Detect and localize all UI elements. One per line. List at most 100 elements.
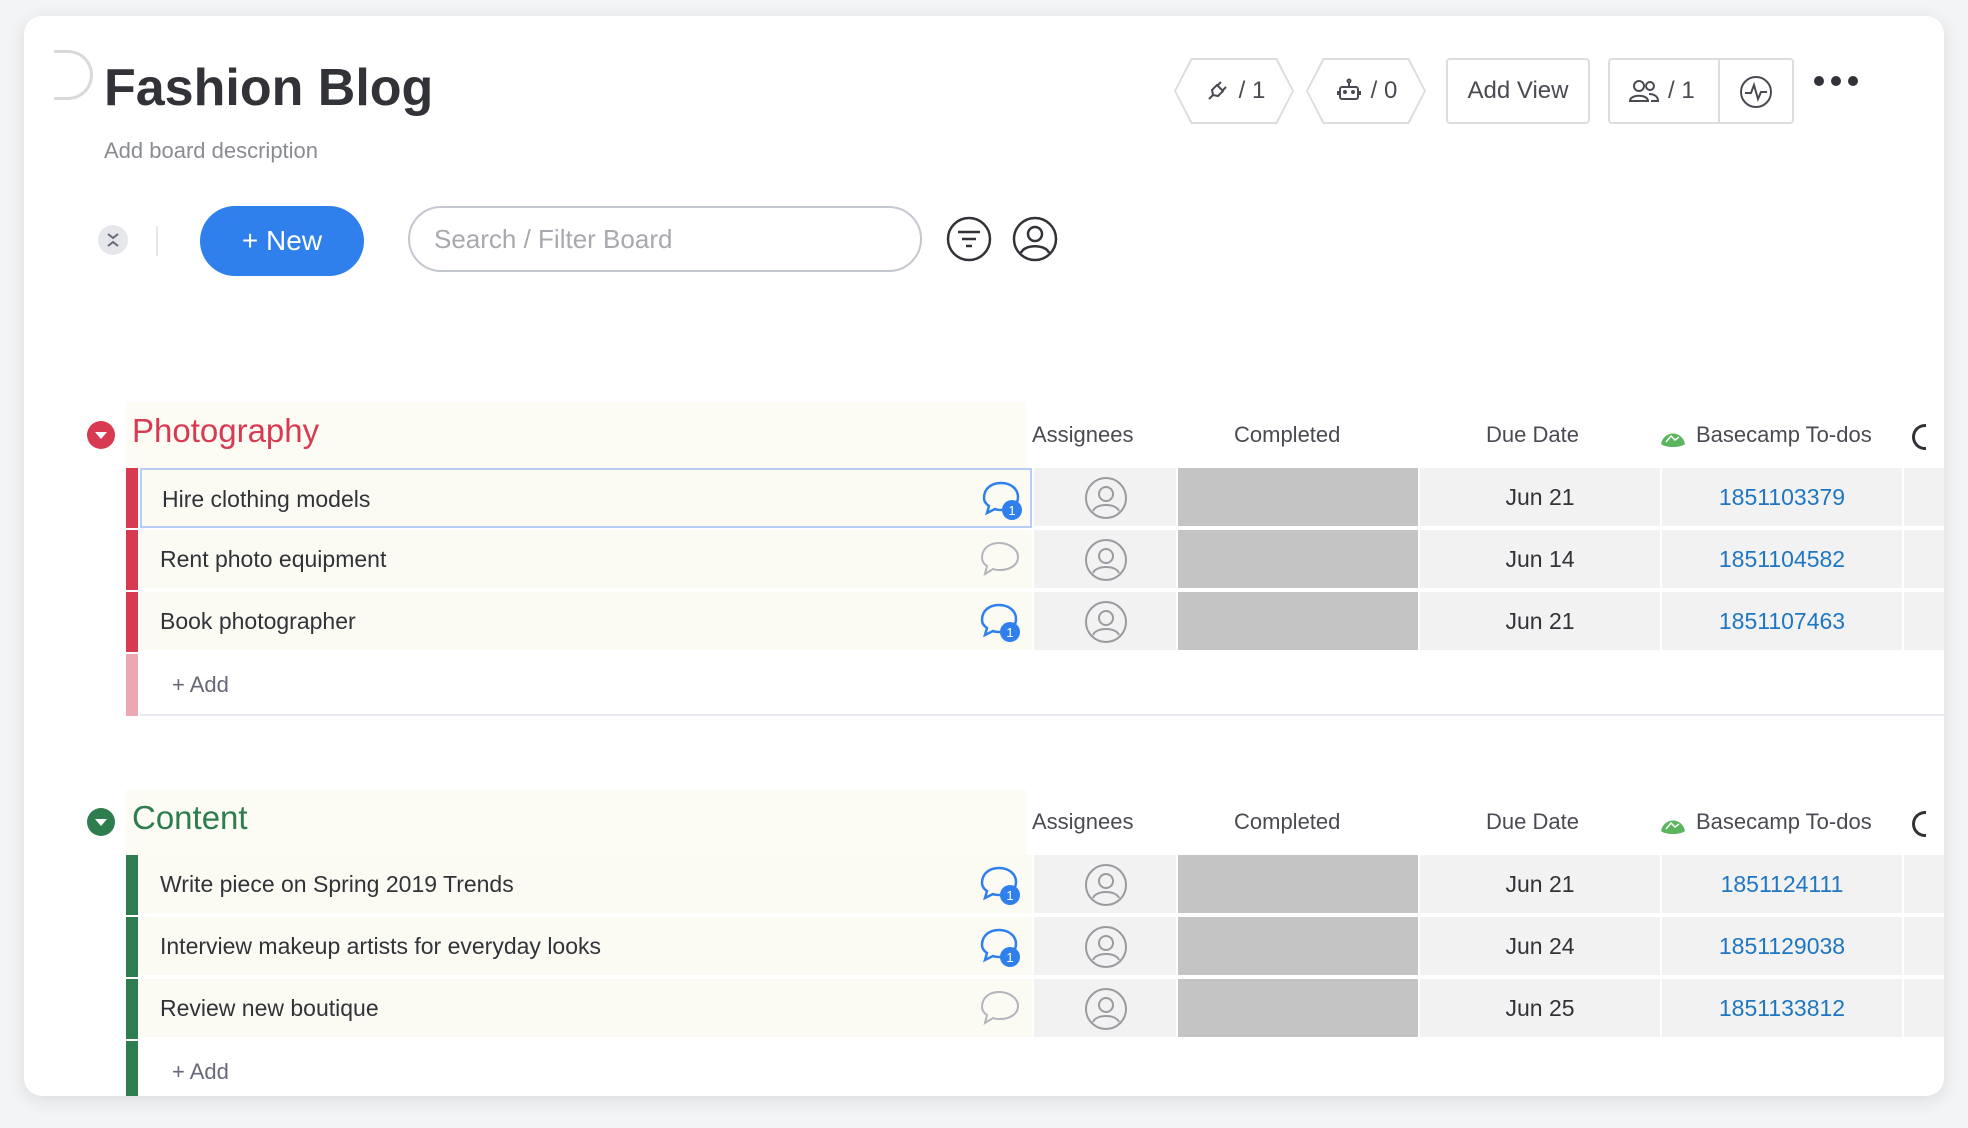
column-more-icon[interactable] xyxy=(1912,811,1926,837)
item-name[interactable]: Write piece on Spring 2019 Trends xyxy=(160,871,514,898)
filter-icon[interactable] xyxy=(944,214,994,264)
due-date-cell[interactable]: Jun 24 xyxy=(1420,917,1660,977)
assignee-cell[interactable] xyxy=(1034,592,1176,652)
avatar-placeholder-icon xyxy=(1085,864,1127,906)
group-color-strip xyxy=(126,592,138,652)
item-name-cell[interactable]: Review new boutique xyxy=(140,979,1032,1039)
group-header-band xyxy=(126,789,1026,855)
item-name[interactable]: Interview makeup artists for everyday lo… xyxy=(160,933,601,960)
completed-cell[interactable] xyxy=(1178,917,1418,977)
assignee-cell[interactable] xyxy=(1034,979,1176,1039)
assignee-cell[interactable] xyxy=(1034,468,1176,528)
due-date-cell[interactable]: Jun 25 xyxy=(1420,979,1660,1039)
item-name-cell[interactable]: Rent photo equipment xyxy=(140,530,1032,590)
completed-cell[interactable] xyxy=(1178,855,1418,915)
table-row[interactable]: Write piece on Spring 2019 Trends 1 Jun … xyxy=(126,855,1944,915)
add-item-label[interactable]: + Add xyxy=(172,672,229,698)
add-item-row[interactable]: + Add xyxy=(126,1041,1944,1096)
column-basecamp[interactable]: Basecamp To-dos xyxy=(1696,809,1872,835)
members-button[interactable]: / 1 xyxy=(1608,58,1794,124)
group-title[interactable]: Photography xyxy=(132,412,319,450)
item-name[interactable]: Hire clothing models xyxy=(162,486,370,513)
column-basecamp[interactable]: Basecamp To-dos xyxy=(1696,422,1872,448)
item-name[interactable]: Book photographer xyxy=(160,608,356,635)
updates-count: 1 xyxy=(1006,950,1013,965)
search-input[interactable] xyxy=(408,206,922,272)
table-row[interactable]: Rent photo equipment Jun 14 1851104582 xyxy=(126,530,1944,590)
group-color-strip xyxy=(126,1041,138,1096)
board-description[interactable]: Add board description xyxy=(104,138,318,164)
due-date-cell[interactable]: Jun 21 xyxy=(1420,592,1660,652)
completed-cell[interactable] xyxy=(1178,468,1418,528)
table-row[interactable]: Interview makeup artists for everyday lo… xyxy=(126,917,1944,977)
updates-bubble-icon[interactable]: 1 xyxy=(980,478,1024,522)
basecamp-link[interactable]: 1851133812 xyxy=(1662,979,1902,1039)
extra-cell[interactable] xyxy=(1904,468,1944,528)
column-more-icon[interactable] xyxy=(1912,424,1926,450)
more-icon[interactable] xyxy=(1814,76,1858,86)
column-due-date[interactable]: Due Date xyxy=(1486,809,1579,835)
updates-bubble-icon[interactable] xyxy=(978,538,1022,582)
extra-cell[interactable] xyxy=(1904,592,1944,652)
column-assignees[interactable]: Assignees xyxy=(1032,809,1134,835)
assignee-cell[interactable] xyxy=(1034,530,1176,590)
collapse-icon[interactable] xyxy=(98,225,128,255)
group-collapse-icon[interactable] xyxy=(86,420,116,450)
new-item-button[interactable]: + New xyxy=(200,206,364,276)
assignee-cell[interactable] xyxy=(1034,917,1176,977)
completed-cell[interactable] xyxy=(1178,592,1418,652)
person-filter-icon[interactable] xyxy=(1010,214,1060,264)
group-title[interactable]: Content xyxy=(132,799,248,837)
basecamp-link[interactable]: 1851103379 xyxy=(1662,468,1902,528)
extra-cell[interactable] xyxy=(1904,979,1944,1039)
robot-icon xyxy=(1336,78,1361,100)
updates-bubble-icon[interactable]: 1 xyxy=(978,925,1022,969)
members-divider xyxy=(1718,60,1720,122)
item-name-cell[interactable]: Write piece on Spring 2019 Trends 1 xyxy=(140,855,1032,915)
add-item-label[interactable]: + Add xyxy=(172,1059,229,1085)
completed-cell[interactable] xyxy=(1178,530,1418,590)
item-name-cell[interactable]: Interview makeup artists for everyday lo… xyxy=(140,917,1032,977)
basecamp-link[interactable]: 1851124111 xyxy=(1662,855,1902,915)
column-completed[interactable]: Completed xyxy=(1234,809,1340,835)
column-completed[interactable]: Completed xyxy=(1234,422,1340,448)
activity-icon[interactable] xyxy=(1738,74,1774,110)
add-item-row[interactable]: + Add xyxy=(126,654,1944,716)
table-row[interactable]: Book photographer 1 Jun 21 1851107463 xyxy=(126,592,1944,652)
integrations-button[interactable]: / 1 xyxy=(1174,58,1294,124)
basecamp-link[interactable]: 1851107463 xyxy=(1662,592,1902,652)
item-name[interactable]: Review new boutique xyxy=(160,995,379,1022)
item-name-cell[interactable]: Hire clothing models 1 xyxy=(140,468,1032,528)
updates-count: 1 xyxy=(1008,503,1015,518)
assignee-cell[interactable] xyxy=(1034,855,1176,915)
integrations-count: / 1 xyxy=(1238,77,1266,104)
automations-button[interactable]: / 0 xyxy=(1306,58,1426,124)
group-header: Content Assignees Completed Due Date Bas… xyxy=(24,789,1944,855)
sidebar-toggle-arc[interactable] xyxy=(54,50,93,100)
board-title[interactable]: Fashion Blog xyxy=(104,58,433,118)
table-row[interactable]: Review new boutique Jun 25 1851133812 xyxy=(126,979,1944,1039)
updates-bubble-icon[interactable]: 1 xyxy=(978,600,1022,644)
add-view-button[interactable]: Add View xyxy=(1446,58,1590,124)
updates-bubble-icon[interactable]: 1 xyxy=(978,863,1022,907)
completed-cell[interactable] xyxy=(1178,979,1418,1039)
basecamp-link[interactable]: 1851104582 xyxy=(1662,530,1902,590)
due-date-cell[interactable]: Jun 21 xyxy=(1420,855,1660,915)
column-due-date[interactable]: Due Date xyxy=(1486,422,1579,448)
item-name-cell[interactable]: Book photographer 1 xyxy=(140,592,1032,652)
extra-cell[interactable] xyxy=(1904,855,1944,915)
due-date-cell[interactable]: Jun 14 xyxy=(1420,530,1660,590)
basecamp-link[interactable]: 1851129038 xyxy=(1662,917,1902,977)
column-assignees[interactable]: Assignees xyxy=(1032,422,1134,448)
table-row[interactable]: Hire clothing models 1 Jun 21 1851103379 xyxy=(126,468,1944,528)
group-color-strip xyxy=(126,979,138,1039)
updates-bubble-icon[interactable] xyxy=(978,987,1022,1031)
group-collapse-icon[interactable] xyxy=(86,807,116,837)
item-name[interactable]: Rent photo equipment xyxy=(160,546,386,573)
extra-cell[interactable] xyxy=(1904,917,1944,977)
due-date-cell[interactable]: Jun 21 xyxy=(1420,468,1660,528)
automations-count: / 0 xyxy=(1370,77,1398,104)
extra-cell[interactable] xyxy=(1904,530,1944,590)
group-color-strip xyxy=(126,855,138,915)
members-count: / 1 xyxy=(1668,77,1695,104)
